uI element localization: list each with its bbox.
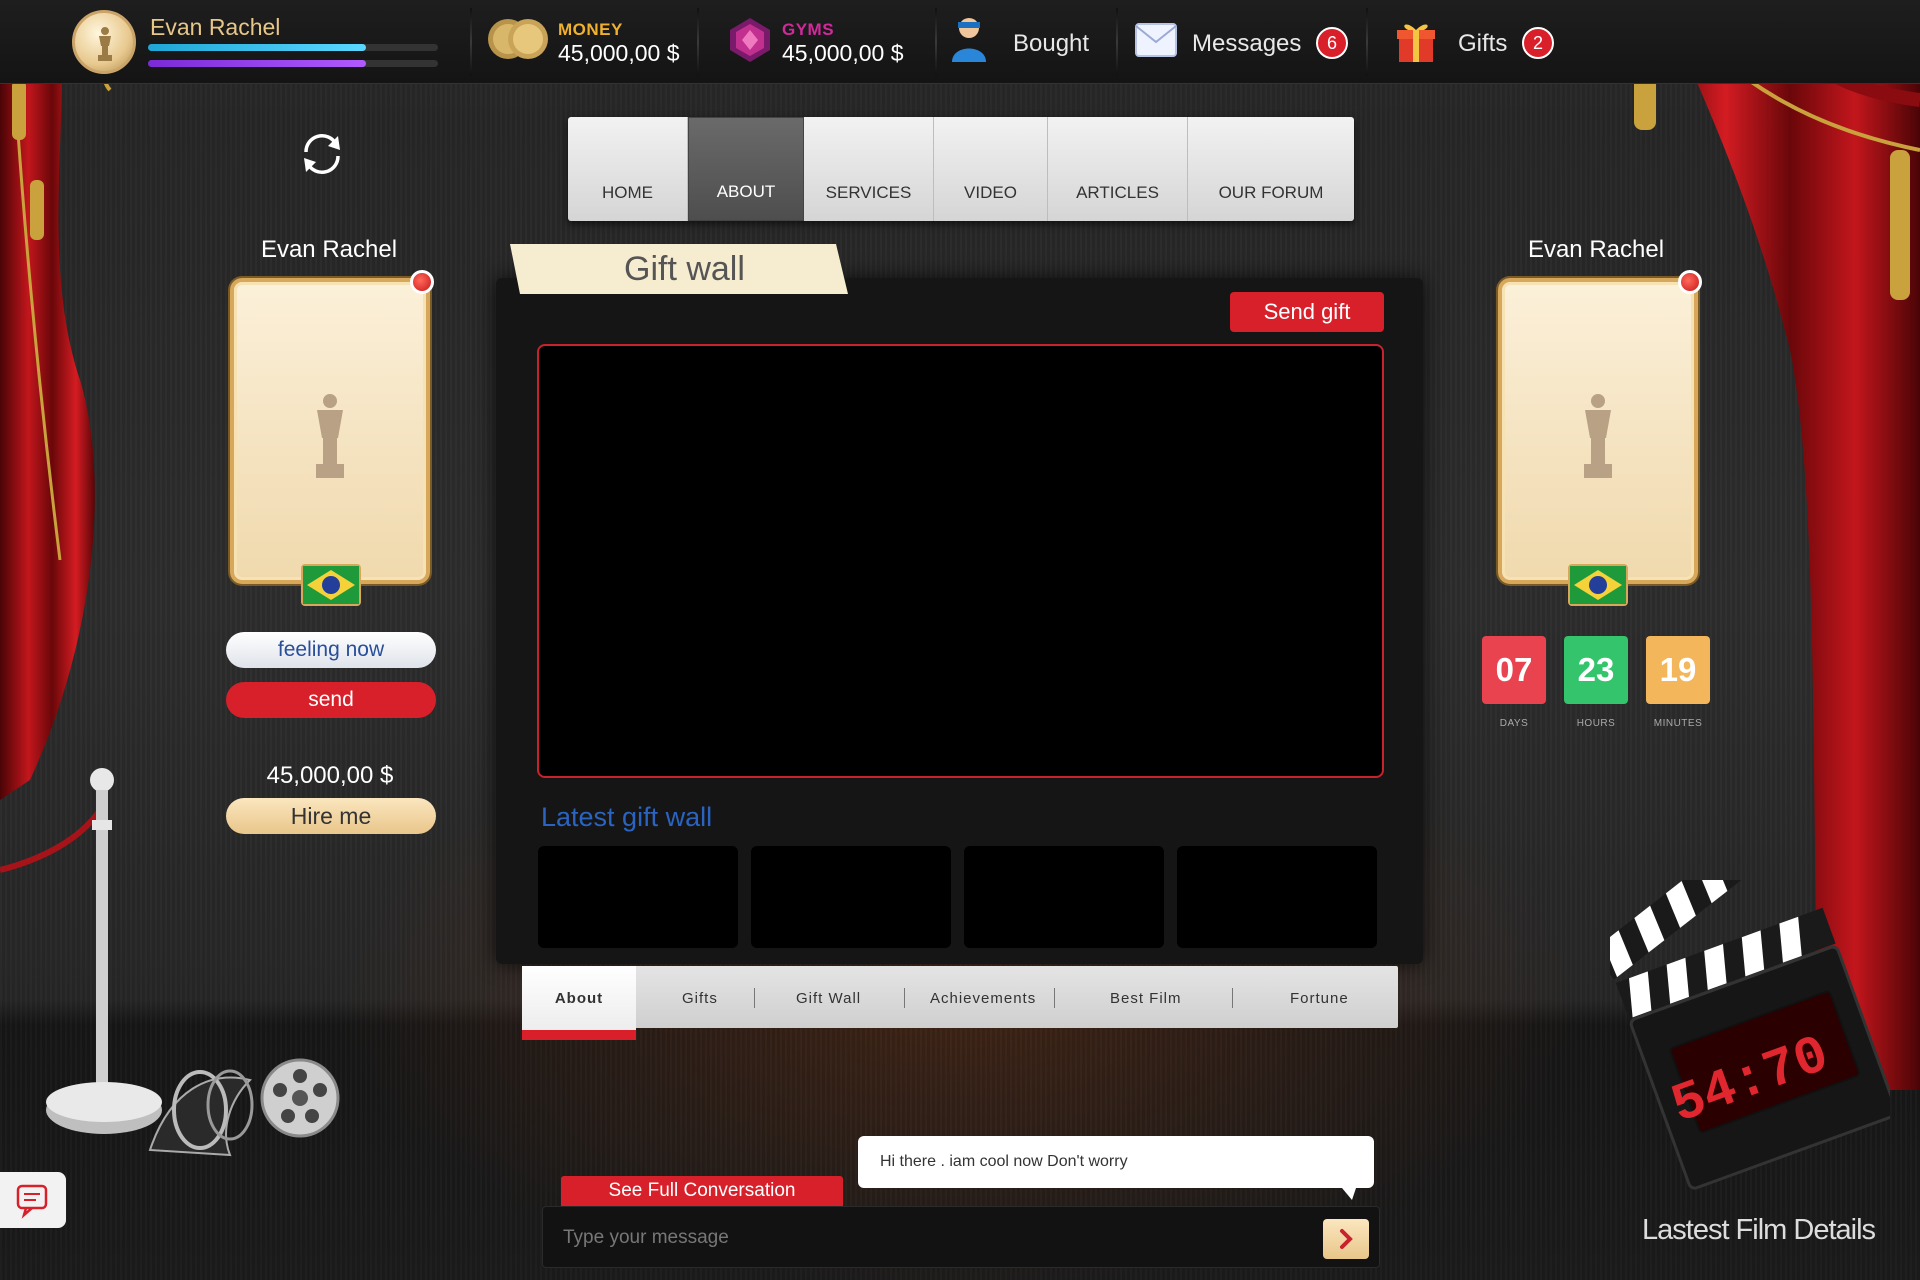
countdown-days-label: DAYS [1499,718,1529,729]
chat-icon [16,1184,48,1219]
nav-home[interactable]: HOME [568,117,688,221]
brazil-flag-icon [1568,564,1628,606]
countdown-days: 07 [1482,636,1546,704]
top-bar: Evan Rachel MONEY 45,000,00 $ GYMS 45,00… [0,0,1920,84]
refresh-icon[interactable] [298,130,346,178]
latest-gift-thumb[interactable] [964,846,1164,948]
messages-link[interactable]: Messages [1192,30,1301,58]
shopper-icon [952,18,986,62]
tab-best-film[interactable]: Best Film [1110,990,1182,1007]
latest-gift-thumb[interactable] [538,846,738,948]
feeling-now-button[interactable]: feeling now [226,632,436,668]
latest-gift-thumb[interactable] [751,846,951,948]
gifts-count-badge: 2 [1522,27,1554,59]
latest-gift-thumb[interactable] [1177,846,1377,948]
gift-wall-title-tab: Gift wall [506,244,848,294]
stage: Evan Rachel MONEY 45,000,00 $ GYMS 45,00… [0,0,1920,1280]
tab-fortune[interactable]: Fortune [1290,990,1349,1007]
gift-wall-display[interactable] [537,344,1384,778]
message-input[interactable] [563,1223,1283,1253]
main-nav: HOME ABOUT SERVICES VIDEO ARTICLES OUR F… [568,117,1354,221]
gift-icon [1397,24,1435,62]
tab-achievements[interactable]: Achievements [930,990,1036,1007]
nav-services[interactable]: SERVICES [804,117,934,221]
money-label: MONEY [558,20,623,39]
message-bar [542,1206,1380,1268]
left-curtain-image [0,0,112,800]
stanchion-and-film-reels-image [0,768,340,1157]
gyms-label: GYMS [782,20,835,39]
messages-count-badge: 6 [1316,27,1348,59]
latest-film-details-link[interactable]: Lastest Film Details [1642,1214,1876,1247]
left-online-dot [410,270,434,294]
send-gift-button[interactable]: Send gift [1230,292,1384,332]
latest-gift-wall-title: Latest gift wall [541,802,713,832]
chat-bubble: Hi there . iam cool now Don't worry [858,1136,1374,1200]
gifts-link[interactable]: Gifts [1458,30,1507,58]
tab-gift-wall[interactable]: Gift Wall [796,990,861,1007]
countdown-hours: 23 [1564,636,1628,704]
coins-icon [488,19,548,59]
money-value: 45,000,00 $ [558,40,680,66]
nav-articles[interactable]: ARTICLES [1048,117,1188,221]
tab-gifts[interactable]: Gifts [682,990,718,1007]
chevron-right-icon [1340,1229,1353,1249]
chat-toggle-button[interactable] [0,1172,66,1228]
user-name: Evan Rachel [150,14,281,40]
user-avatar[interactable] [72,10,136,74]
send-message-button[interactable] [1323,1219,1369,1259]
left-profile-card[interactable] [230,278,430,584]
trophy-figure-icon [1584,394,1612,478]
see-full-conversation-button[interactable]: See Full Conversation [561,1176,843,1206]
tab-about[interactable]: About [522,966,636,1040]
left-profile-name: Evan Rachel [260,236,398,263]
countdown-hours-label: HOURS [1576,718,1616,729]
nav-video[interactable]: VIDEO [934,117,1048,221]
gyms-value: 45,000,00 $ [782,40,904,66]
bought-link[interactable]: Bought [1013,30,1089,58]
send-feeling-button[interactable]: send [226,682,436,718]
xp-bar [148,44,438,51]
envelope-icon [1135,23,1177,57]
gem-icon [730,18,770,62]
nav-about[interactable]: ABOUT [688,117,804,221]
brazil-flag-icon [301,564,361,606]
energy-bar [148,60,438,67]
gift-wall-title: Gift wall [624,250,745,288]
trophy-figure-icon [316,394,344,478]
nav-our-forum[interactable]: OUR FORUM [1188,117,1354,221]
profile-tabs: About Gifts Gift Wall Achievements Best … [522,966,1398,1040]
clapperboard-image: 54:70 [1610,880,1890,1190]
